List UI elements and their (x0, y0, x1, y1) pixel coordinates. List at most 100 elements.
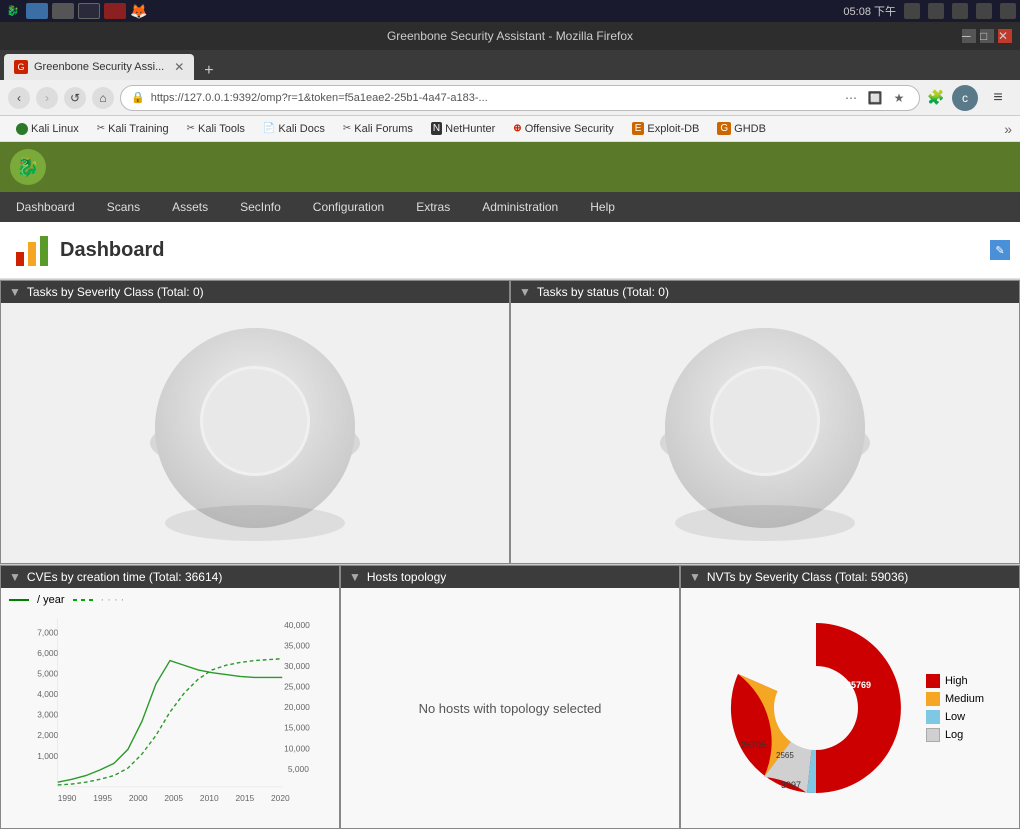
bookmark-kali-tools[interactable]: ✂ Kali Tools (179, 121, 253, 137)
nav-item-administration[interactable]: Administration (466, 192, 574, 222)
svg-text:2565: 2565 (776, 751, 794, 760)
os-icon-2[interactable] (52, 3, 74, 19)
nvts-body: 25769 26705 3997 2565 High Medium Low (681, 588, 1019, 828)
app-logo: 🐉 (10, 149, 46, 185)
home-button[interactable]: ⌂ (92, 87, 114, 109)
tasks-severity-body (1, 303, 509, 563)
svg-text:2,000: 2,000 (37, 730, 58, 740)
svg-text:2000: 2000 (129, 793, 148, 803)
bookmark-nethunter[interactable]: N NetHunter (423, 120, 503, 137)
svg-text:2015: 2015 (235, 793, 254, 803)
bookmark-kali-linux[interactable]: Kali Linux (8, 121, 87, 137)
legend-dashed-label: · · · · (101, 594, 125, 606)
nav-item-configuration[interactable]: Configuration (297, 192, 400, 222)
profile-icon[interactable]: c (952, 85, 978, 111)
bookmark-kali-training[interactable]: ✂ Kali Training (89, 121, 177, 137)
more-bookmarks-button[interactable]: » (1004, 121, 1012, 137)
forward-button[interactable]: › (36, 87, 58, 109)
sys-btn-1[interactable] (904, 3, 920, 19)
nav-item-assets[interactable]: Assets (156, 192, 224, 222)
app-header: 🐉 (0, 142, 1020, 192)
active-tab[interactable]: G Greenbone Security Assi... ✕ (4, 54, 194, 80)
cves-title: CVEs by creation time (Total: 36614) (27, 570, 222, 584)
system-time: 05:08 下午 (843, 3, 1016, 19)
tab-close-button[interactable]: ✕ (174, 60, 184, 74)
reload-button[interactable]: ↺ (64, 87, 86, 109)
svg-text:2020: 2020 (271, 793, 290, 803)
sys-btn-2[interactable] (928, 3, 944, 19)
os-icon-3[interactable] (78, 3, 100, 19)
os-icon-4[interactable] (104, 3, 126, 19)
url-bar[interactable]: 🔒 https://127.0.0.1:9392/omp?r=1&token=f… (120, 85, 920, 111)
pocket-icon[interactable]: 🔲 (865, 88, 885, 108)
close-button[interactable]: ✕ (998, 29, 1012, 43)
edit-dashboard-button[interactable]: ✎ (990, 240, 1010, 260)
svg-text:35,000: 35,000 (284, 640, 310, 650)
address-bar-icons: ⋯ 🔲 ★ (841, 88, 909, 108)
topology-collapse-button[interactable]: ▼ (349, 570, 361, 584)
tasks-status-body (511, 303, 1019, 563)
maximize-button[interactable]: □ (980, 29, 994, 43)
nav-item-extras[interactable]: Extras (400, 192, 466, 222)
hosts-topology-header: ▼ Hosts topology (341, 566, 679, 588)
sys-btn-4[interactable] (976, 3, 992, 19)
os-icon-1[interactable] (26, 3, 48, 19)
svg-text:1,000: 1,000 (37, 751, 58, 761)
tasks-status-collapse-button[interactable]: ▼ (519, 285, 531, 299)
bookmark-offensive-security[interactable]: ⊕ Offensive Security (505, 121, 621, 137)
bookmark-offensive-security-label: Offensive Security (525, 123, 614, 135)
tab-favicon: G (14, 60, 28, 74)
bottom-charts-row: ▼ CVEs by creation time (Total: 36614) /… (0, 564, 1020, 829)
hosts-topology-panel: ▼ Hosts topology No hosts with topology … (340, 565, 680, 829)
bookmark-kali-docs[interactable]: 📄 Kali Docs (255, 121, 333, 137)
bookmark-kali-forums[interactable]: ✂ Kali Forums (335, 121, 421, 137)
legend-high: High (926, 674, 984, 688)
legend-medium-label: Medium (945, 693, 984, 705)
bookmark-ghdb[interactable]: G GHDB (709, 120, 774, 137)
dashboard-header: Dashboard ✎ (0, 222, 1020, 279)
exploit-db-icon: E (632, 122, 645, 135)
extensions-icon[interactable]: 🧩 (926, 88, 946, 108)
tasks-severity-collapse-button[interactable]: ▼ (9, 285, 21, 299)
new-tab-button[interactable]: + (198, 62, 219, 80)
reader-icon[interactable]: ⋯ (841, 88, 861, 108)
legend-high-color (926, 674, 940, 688)
bookmark-star-icon[interactable]: ★ (889, 88, 909, 108)
menu-button[interactable]: ≡ (984, 84, 1012, 112)
kali-docs-icon: 📄 (263, 123, 275, 134)
legend-year-label: / year (37, 594, 65, 606)
svg-text:4,000: 4,000 (37, 689, 58, 699)
bookmark-kali-tools-label: Kali Tools (198, 123, 245, 135)
tasks-severity-panel: ▼ Tasks by Severity Class (Total: 0) (0, 280, 510, 564)
bookmark-exploit-db[interactable]: E Exploit-DB (624, 120, 708, 137)
svg-text:1990: 1990 (58, 793, 77, 803)
bookmark-nethunter-label: NetHunter (445, 123, 495, 135)
nav-item-secinfo[interactable]: SecInfo (224, 192, 297, 222)
back-button[interactable]: ‹ (8, 87, 30, 109)
svg-text:25769: 25769 (846, 680, 871, 690)
ghdb-icon: G (717, 122, 731, 135)
cves-collapse-button[interactable]: ▼ (9, 570, 21, 584)
os-icon-0[interactable]: 🐉 (4, 2, 22, 20)
nvts-collapse-button[interactable]: ▼ (689, 570, 701, 584)
os-taskbar: 🐉 🦊 05:08 下午 (0, 0, 1020, 22)
nav-item-help[interactable]: Help (574, 192, 631, 222)
svg-text:10,000: 10,000 (284, 743, 310, 753)
window-title: Greenbone Security Assistant - Mozilla F… (387, 29, 633, 43)
sys-btn-3[interactable] (952, 3, 968, 19)
nvts-legend: High Medium Low Log (926, 674, 984, 742)
nav-item-dashboard[interactable]: Dashboard (0, 192, 91, 222)
firefox-icon[interactable]: 🦊 (130, 2, 148, 20)
kali-tools-icon: ✂ (187, 123, 195, 134)
cves-body: / year · · · · 7,000 6,000 5,000 4,000 3… (1, 588, 339, 828)
sys-btn-5[interactable] (1000, 3, 1016, 19)
nav-item-scans[interactable]: Scans (91, 192, 156, 222)
year-line-dashed (73, 599, 93, 601)
bookmark-exploit-db-label: Exploit-DB (647, 123, 699, 135)
nvts-panel: ▼ NVTs by Severity Class (Total: 59036) (680, 565, 1020, 829)
minimize-button[interactable]: ─ (962, 29, 976, 43)
svg-text:5,000: 5,000 (288, 764, 309, 774)
legend-low-label: Low (945, 711, 965, 723)
svg-text:1995: 1995 (93, 793, 112, 803)
offensive-security-icon: ⊕ (513, 123, 521, 134)
